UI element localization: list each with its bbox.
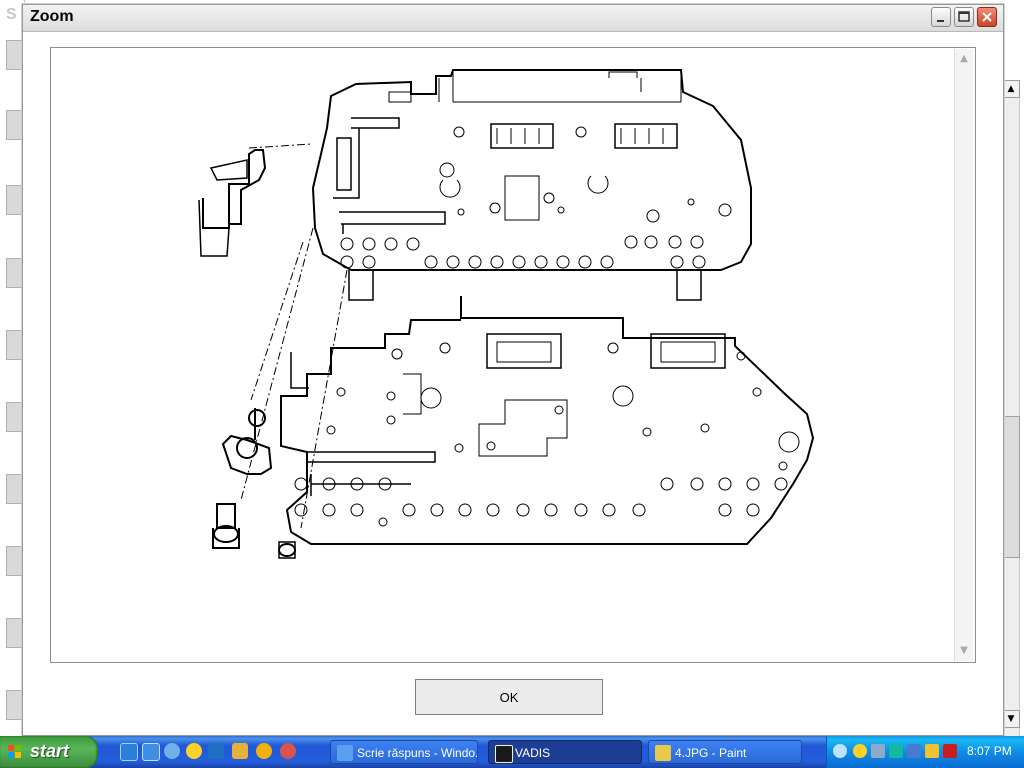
tray-display-icon[interactable]: [907, 744, 921, 758]
task-label: VADIS: [515, 746, 551, 760]
ok-button[interactable]: OK: [415, 679, 603, 715]
ie-page-icon: [337, 745, 353, 761]
windows-logo-icon: [8, 745, 21, 758]
tray-network-icon[interactable]: [871, 744, 885, 758]
maximize-button[interactable]: [954, 7, 974, 27]
messenger-icon[interactable]: [186, 743, 202, 759]
tray-messenger-icon[interactable]: [853, 744, 867, 758]
play-icon[interactable]: [256, 743, 272, 759]
taskbar: start Scrie răspuns - Windo... VADIS 4.J…: [0, 736, 1024, 768]
media-icon[interactable]: [208, 743, 224, 759]
internet-explorer-icon[interactable]: [120, 743, 138, 761]
background-scroll-thumb[interactable]: [1004, 416, 1020, 558]
taskbar-item-paint[interactable]: 4.JPG - Paint: [648, 740, 802, 764]
scroll-up-arrow-icon[interactable]: ▲: [956, 51, 972, 67]
scroll-down-icon[interactable]: ▼: [1002, 710, 1020, 728]
taskbar-item-browser[interactable]: Scrie răspuns - Windo...: [330, 740, 478, 764]
vadis-app-icon: [495, 745, 513, 763]
minimize-button[interactable]: [931, 7, 951, 27]
instrument-cluster-diagram: [198, 69, 815, 559]
tools-icon[interactable]: [232, 743, 248, 759]
tray-alert-icon[interactable]: [925, 744, 939, 758]
minimize-icon: [937, 20, 944, 22]
system-tray: 8:07 PM: [826, 736, 1024, 768]
maximize-icon: [958, 11, 970, 22]
scroll-down-arrow-icon[interactable]: ▼: [956, 643, 972, 659]
dialog-title-bar[interactable]: Zoom: [23, 5, 1003, 32]
task-label: 4.JPG - Paint: [675, 746, 747, 760]
zoom-dialog: Zoom ▲ ▼ OK: [22, 4, 1004, 736]
start-label: start: [30, 741, 70, 761]
scroll-up-icon[interactable]: ▲: [1002, 80, 1020, 98]
tray-app-icon[interactable]: [889, 744, 903, 758]
task-label: Scrie răspuns - Windo...: [357, 746, 478, 760]
tray-ati-icon[interactable]: [943, 744, 957, 758]
close-button[interactable]: [977, 7, 997, 27]
record-icon[interactable]: [280, 743, 296, 759]
background-title-stub: S: [6, 6, 17, 23]
start-button[interactable]: start: [0, 736, 98, 768]
close-icon: [982, 12, 992, 22]
user-icon[interactable]: [164, 743, 180, 759]
paint-app-icon: [655, 745, 671, 761]
dialog-title: Zoom: [30, 8, 74, 25]
clock[interactable]: 8:07 PM: [967, 744, 1012, 758]
ie-alt-icon[interactable]: [142, 743, 160, 761]
tray-expand-icon[interactable]: [833, 744, 847, 758]
image-vertical-scrollbar[interactable]: ▲ ▼: [954, 49, 973, 661]
taskbar-item-vadis[interactable]: VADIS: [488, 740, 642, 764]
